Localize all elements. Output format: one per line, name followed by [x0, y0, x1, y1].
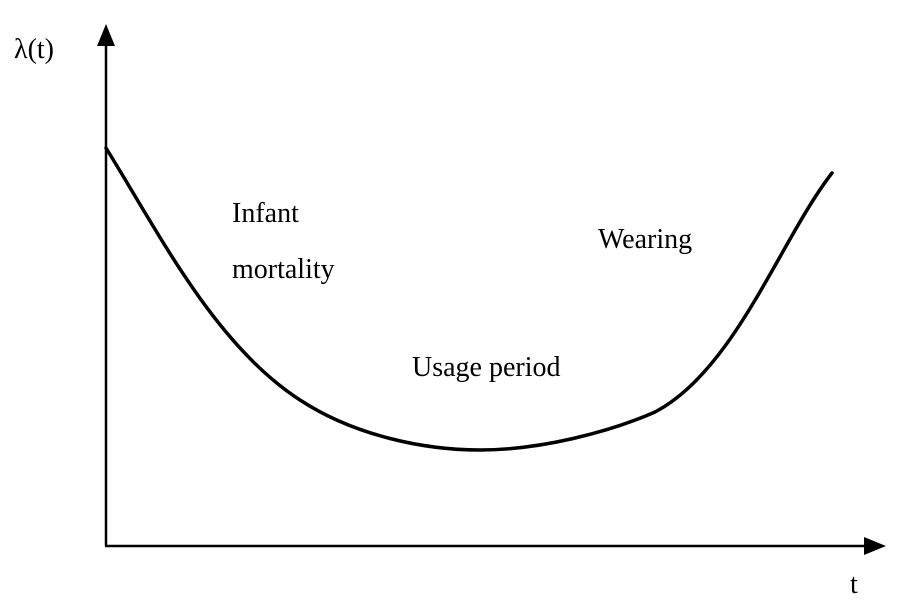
failure-rate-curve: [104, 146, 834, 452]
x-axis-label: t: [850, 569, 858, 600]
y-axis-label: λ(t): [14, 34, 54, 65]
y-axis-arrowhead: [97, 24, 115, 46]
infant-mortality-label-line1: Infant: [232, 198, 299, 229]
usage-period-label: Usage period: [412, 352, 561, 383]
infant-mortality-label-line2: mortality: [232, 254, 335, 285]
bathtub-curve-diagram: λ(t) t Infant mortality Usage period Wea…: [14, 24, 886, 600]
x-axis-arrowhead: [864, 537, 886, 555]
wearing-label: Wearing: [598, 224, 692, 255]
